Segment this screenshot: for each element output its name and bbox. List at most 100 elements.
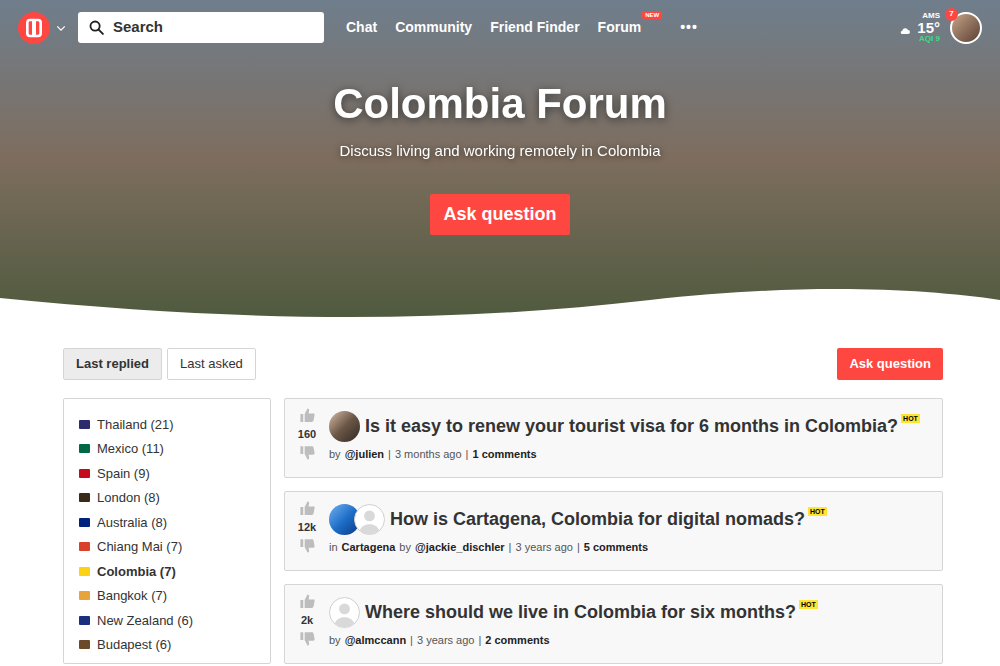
vote-count: 12k: [298, 519, 316, 535]
sidebar-item-label[interactable]: Chiang Mai (7): [97, 537, 182, 557]
sidebar-item[interactable]: Colombia (7): [79, 559, 255, 584]
post-avatars: [329, 597, 360, 628]
ask-question-button[interactable]: Ask question: [430, 194, 569, 235]
sidebar-item-label[interactable]: Bangkok (7): [97, 586, 167, 606]
sidebar-item[interactable]: Mexico (11): [79, 437, 255, 462]
thumbs-up-icon: [299, 407, 316, 424]
nav-link-label[interactable]: Chat: [346, 17, 377, 38]
post-card[interactable]: 12k How is Cartagena, Colombia for digita…: [284, 491, 943, 571]
ask-question-button[interactable]: Ask question: [837, 348, 943, 380]
meta-part[interactable]: Cartagena: [342, 539, 396, 556]
sidebar-item-label[interactable]: Budapest (6): [97, 635, 171, 655]
hot-badge: HOT: [799, 600, 818, 609]
sidebar-item[interactable]: London (8): [79, 486, 255, 511]
meta-part[interactable]: 2 comments: [485, 632, 549, 649]
vote-column: 160: [285, 399, 329, 477]
nav-link-label[interactable]: Friend Finder: [490, 17, 579, 38]
logo-icon: [18, 12, 50, 44]
sidebar-item-label[interactable]: Australia (8): [97, 513, 167, 533]
meta-part[interactable]: 5 comments: [584, 539, 648, 556]
flag-icon: [79, 493, 90, 502]
thumbs-down-icon: [299, 630, 316, 647]
post-title[interactable]: Is it easy to renew your tourist visa fo…: [365, 411, 898, 441]
nav-links: Chat Community Friend Finder ForumNEW •••: [346, 17, 698, 38]
main-content: Last repliedLast asked Ask question Thaila…: [63, 318, 943, 664]
sidebar-item[interactable]: Budapest (6): [79, 633, 255, 658]
vote-count: 160: [298, 426, 316, 442]
post-header: How is Cartagena, Colombia for digital n…: [329, 504, 926, 535]
vote-column: 12k: [285, 492, 329, 570]
sidebar-item-label[interactable]: Thailand (21): [97, 415, 174, 435]
thumbs-down-icon: [299, 444, 316, 461]
post-card[interactable]: 2k Where should we live in Colombia for s…: [284, 584, 943, 664]
hero-content: Colombia ForumDiscuss living and working…: [0, 55, 1000, 235]
sidebar-item-label[interactable]: Spain (9): [97, 464, 150, 484]
post-meta: by@almccann|3 years ago|2 comments: [329, 632, 926, 657]
new-badge: NEW: [642, 11, 662, 19]
flag-icon: [79, 469, 90, 478]
columns: Thailand (21) Mexico (11) Spain (9) London …: [63, 398, 943, 664]
search-input[interactable]: [113, 16, 314, 39]
post-card[interactable]: 160 Is it easy to renew your tourist visa…: [284, 398, 943, 478]
hero-subtitle: Discuss living and working remotely in C…: [340, 140, 661, 162]
sidebar-item-label[interactable]: New Zealand (6): [97, 611, 193, 631]
notification-badge[interactable]: 7: [945, 8, 958, 21]
search-box[interactable]: [78, 12, 324, 43]
sidebar-item[interactable]: New Zealand (6): [79, 608, 255, 633]
post-meta: inCartagenaby@jackie_dischler|3 years ag…: [329, 539, 926, 564]
user-avatar[interactable]: 7: [950, 12, 982, 44]
flag-icon: [79, 420, 90, 429]
nav-link[interactable]: Chat: [346, 17, 377, 38]
toolbar: Last repliedLast asked Ask question: [63, 348, 943, 380]
nav-link-label[interactable]: Forum: [598, 17, 642, 38]
meta-part[interactable]: @jackie_dischler: [415, 539, 505, 556]
sort-tab[interactable]: Last replied: [63, 348, 162, 380]
sidebar-item-label[interactable]: Colombia (7): [97, 562, 176, 582]
avatar[interactable]: [329, 597, 360, 628]
post-body: Is it easy to renew your tourist visa fo…: [329, 399, 942, 477]
avatar[interactable]: [354, 504, 385, 535]
meta-part: 3 months ago: [395, 446, 462, 463]
flag-icon: [79, 518, 90, 527]
weather-city: AMS: [922, 12, 940, 20]
sidebar-item-label[interactable]: Mexico (11): [97, 439, 164, 459]
thumbs-up-icon: [299, 500, 316, 517]
sidebar-item[interactable]: Bangkok (7): [79, 584, 255, 609]
meta-part: |: [577, 539, 580, 556]
sidebar-item[interactable]: Thailand (21): [79, 412, 255, 437]
sidebar: Thailand (21) Mexico (11) Spain (9) London …: [63, 398, 271, 664]
meta-part[interactable]: @almccann: [345, 632, 406, 649]
sidebar-item[interactable]: Australia (8): [79, 510, 255, 535]
nav-link-label[interactable]: Community: [395, 17, 472, 38]
flag-icon: [79, 640, 90, 649]
sidebar-item[interactable]: Chiang Mai (7): [79, 535, 255, 560]
more-button[interactable]: •••: [680, 17, 698, 38]
sort-tab[interactable]: Last asked: [167, 348, 256, 380]
post-meta: by@julien|3 months ago|1 comments: [329, 446, 926, 471]
meta-part[interactable]: 1 comments: [472, 446, 536, 463]
flag-icon: [79, 591, 90, 600]
sidebar-item-label[interactable]: London (8): [97, 488, 160, 508]
sidebar-item[interactable]: Spain (9): [79, 461, 255, 486]
nav-link[interactable]: ForumNEW: [598, 17, 663, 38]
nav-link[interactable]: Friend Finder: [490, 17, 579, 38]
meta-part: in: [329, 539, 338, 556]
vote-column: 2k: [285, 585, 329, 663]
weather-temp: 15°: [917, 20, 940, 35]
meta-part[interactable]: @julien: [345, 446, 384, 463]
post-title[interactable]: Where should we live in Colombia for six…: [365, 597, 796, 627]
avatar[interactable]: [329, 411, 360, 442]
post-header: Is it easy to renew your tourist visa fo…: [329, 411, 926, 442]
sort-tabs: Last repliedLast asked: [63, 348, 256, 380]
post-body: How is Cartagena, Colombia for digital n…: [329, 492, 942, 570]
meta-part: |: [478, 632, 481, 649]
search-icon: [88, 19, 105, 36]
meta-part: |: [509, 539, 512, 556]
cloud-icon: [897, 25, 913, 37]
meta-part: 3 years ago: [515, 539, 572, 556]
post-title[interactable]: How is Cartagena, Colombia for digital n…: [390, 504, 805, 534]
post-list: 160 Is it easy to renew your tourist visa…: [284, 398, 943, 664]
flag-icon: [79, 444, 90, 453]
weather: AMS15°AQI 9: [917, 12, 940, 43]
nav-link[interactable]: Community: [395, 17, 472, 38]
